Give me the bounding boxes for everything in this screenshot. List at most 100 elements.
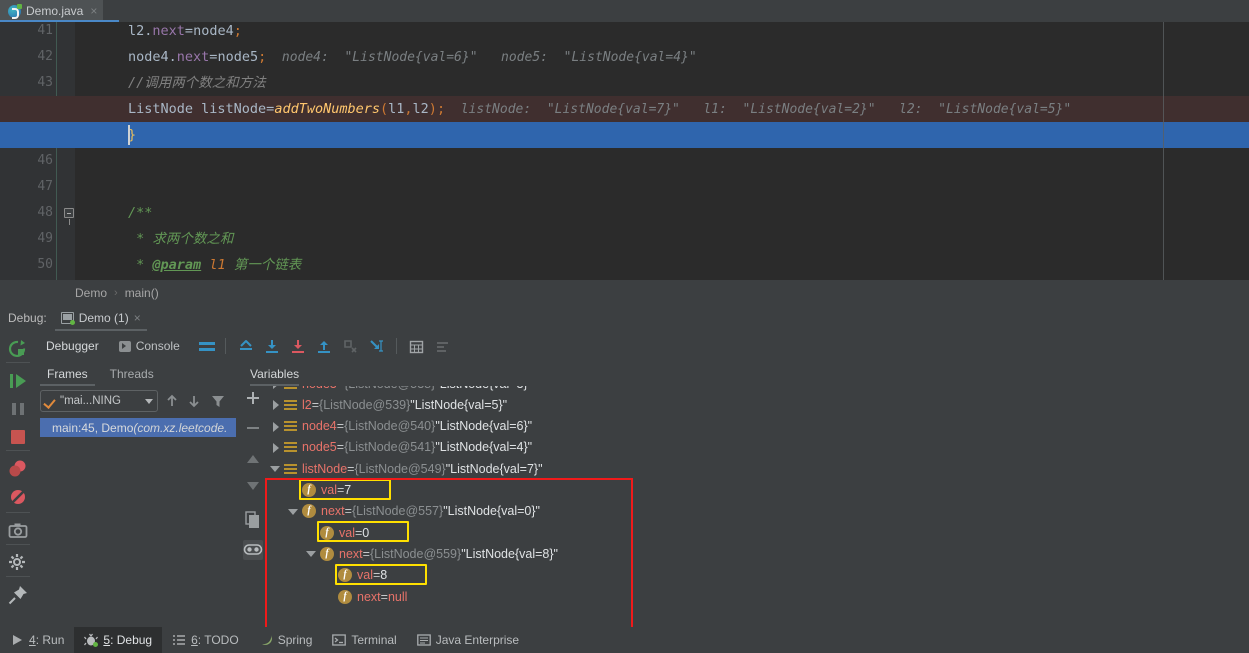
- variable-row[interactable]: l2 = {ListNode@539} "ListNode{val=5}": [270, 394, 507, 415]
- code-line-row[interactable]: [75, 200, 1249, 226]
- mute-breakpoints-icon[interactable]: [8, 487, 28, 507]
- variable-name: next: [339, 546, 363, 561]
- watches-icon[interactable]: [243, 540, 263, 560]
- move-down-icon-glyph: [247, 482, 259, 490]
- variable-reference: {ListNode@559}: [369, 546, 462, 561]
- filter-icon[interactable]: [210, 393, 226, 409]
- chevron-down-icon[interactable]: [306, 548, 317, 559]
- object-value-icon: [284, 399, 297, 411]
- tool-window-button-terminal[interactable]: Terminal: [322, 627, 406, 653]
- tool-window-button-javaenterprise[interactable]: Java Enterprise: [407, 627, 529, 653]
- layout-settings-icon[interactable]: [196, 333, 218, 359]
- chevron-down-icon[interactable]: [288, 506, 299, 517]
- breadcrumb-method[interactable]: main(): [125, 286, 159, 300]
- tool-window-button-todo[interactable]: 6: TODO: [162, 627, 249, 653]
- code-folding-strip[interactable]: [64, 22, 75, 280]
- chevron-right-icon[interactable]: [270, 399, 281, 411]
- remove-watch-icon[interactable]: [243, 418, 263, 438]
- settings-gear-icon[interactable]: [8, 553, 28, 573]
- copy-value-icon[interactable]: [243, 510, 263, 530]
- screenshot-icon[interactable]: [8, 521, 28, 541]
- move-up-icon-glyph: [167, 394, 177, 406]
- variable-row[interactable]: f next = {ListNode@559} "ListNode{val=8}": [306, 543, 558, 564]
- move-up-icon[interactable]: [164, 393, 180, 409]
- tool-window-button-debug[interactable]: 5: Debug: [74, 627, 163, 653]
- move-up-icon[interactable]: [243, 450, 263, 470]
- variable-row[interactable]: f next = {ListNode@557} "ListNode{val=0}": [288, 501, 540, 522]
- debug-icon-glyph: [84, 633, 99, 647]
- step-out-icon[interactable]: [311, 333, 337, 359]
- tab-threads-label: Threads: [109, 367, 154, 381]
- move-down-icon[interactable]: [186, 393, 202, 409]
- line-number: 50: [37, 257, 53, 272]
- show-execution-point-icon[interactable]: [233, 333, 259, 359]
- variable-row[interactable]: listNode = {ListNode@549} "ListNode{val=…: [270, 458, 543, 479]
- chevron-down-icon[interactable]: [145, 398, 153, 404]
- add-watch-icon[interactable]: [243, 388, 263, 408]
- step-into-icon[interactable]: [285, 333, 311, 359]
- code-line-row[interactable]: [75, 148, 1249, 174]
- chevron-down-icon[interactable]: [270, 463, 281, 474]
- debug-session-label: Demo (1): [78, 311, 129, 325]
- close-icon[interactable]: ×: [90, 4, 97, 18]
- pin-tab-icon-glyph: [8, 586, 27, 605]
- code-line-row[interactable]: [75, 226, 1249, 252]
- pause-program-icon[interactable]: [8, 399, 28, 419]
- view-breakpoints-icon[interactable]: [8, 459, 28, 479]
- variable-row[interactable]: f val = 7: [288, 480, 351, 501]
- debug-subtab-debugger[interactable]: Debugger: [36, 333, 109, 359]
- code-line-row[interactable]: [75, 22, 1249, 44]
- chevron-right-icon[interactable]: [270, 386, 281, 389]
- thread-selector-dropdown[interactable]: "mai...NING: [40, 390, 158, 412]
- code-editor[interactable]: 414243444546474849505152 l2.next=node4;n…: [0, 22, 1249, 280]
- variable-value: "ListNode{val=0}": [443, 504, 540, 519]
- variable-equals: =: [337, 386, 344, 391]
- javadoc-fold-icon[interactable]: [64, 208, 74, 225]
- chevron-right-icon: ›: [114, 286, 118, 299]
- todo-icon: [172, 633, 186, 647]
- variable-row[interactable]: f val = 0: [306, 522, 369, 543]
- debug-session-tab[interactable]: Demo (1) ×: [54, 305, 147, 331]
- debug-subtab-console[interactable]: Console: [109, 333, 190, 359]
- debug-label: Debug:: [8, 311, 47, 325]
- code-line-text: node4.next=node5; node4: "ListNode{val=6…: [128, 49, 697, 65]
- rerun-icon[interactable]: [8, 339, 28, 359]
- pin-tab-icon[interactable]: [8, 585, 28, 605]
- tab-variables[interactable]: Variables: [250, 362, 300, 386]
- evaluate-expression-icon[interactable]: [404, 333, 430, 359]
- frame-list-item-selected[interactable]: main:45, Demo (com.xz.leetcode.: [40, 418, 236, 437]
- editor-tab-demo-java[interactable]: Demo.java ×: [0, 0, 104, 22]
- tab-variables-label: Variables: [250, 367, 300, 381]
- variable-row[interactable]: node5 = {ListNode@541} "ListNode{val=4}": [270, 437, 532, 458]
- right-margin-guide: [1163, 22, 1164, 280]
- code-line-row[interactable]: [75, 174, 1249, 200]
- tool-window-button-spring[interactable]: Spring: [249, 627, 323, 653]
- variables-tree[interactable]: node3 = {ListNode@538} "ListNode{val=3}"…: [266, 386, 1249, 627]
- tool-window-button-run[interactable]: 4: Run: [0, 627, 74, 653]
- tool-window-button-label: Spring: [277, 633, 313, 647]
- variable-row[interactable]: f val = 8: [324, 565, 387, 586]
- variable-value: "ListNode{val=6}": [435, 419, 533, 434]
- variable-equals: =: [336, 440, 345, 455]
- force-step-into-icon[interactable]: [337, 333, 363, 359]
- resume-program-icon[interactable]: [8, 371, 28, 391]
- stop-icon[interactable]: [8, 427, 28, 447]
- step-over-icon[interactable]: [259, 333, 285, 359]
- chevron-right-icon[interactable]: [270, 442, 281, 453]
- close-icon[interactable]: ×: [134, 311, 141, 325]
- chevron-right-icon[interactable]: [270, 421, 281, 432]
- breadcrumb-class[interactable]: Demo: [75, 286, 107, 300]
- run-to-cursor-icon[interactable]: [363, 333, 389, 359]
- variable-row[interactable]: node4 = {ListNode@540} "ListNode{val=6}": [270, 416, 532, 437]
- frame-package: (com.xz.leetcode.: [133, 420, 228, 435]
- move-down-icon[interactable]: [243, 476, 263, 496]
- tab-threads[interactable]: Threads: [99, 362, 165, 386]
- variable-row[interactable]: node3 = {ListNode@538} "ListNode{val=3}": [270, 386, 532, 394]
- move-up-icon-glyph: [247, 455, 259, 463]
- code-line-row[interactable]: [0, 122, 1249, 148]
- debug-settings-icon[interactable]: [430, 333, 456, 359]
- tab-frames[interactable]: Frames: [36, 362, 99, 386]
- code-text-area[interactable]: l2.next=node4; node4.next=node5; node4: "…: [0, 22, 1249, 280]
- frames-threads-tabs: Frames Threads: [36, 362, 165, 386]
- variable-row[interactable]: f next = null: [324, 586, 407, 607]
